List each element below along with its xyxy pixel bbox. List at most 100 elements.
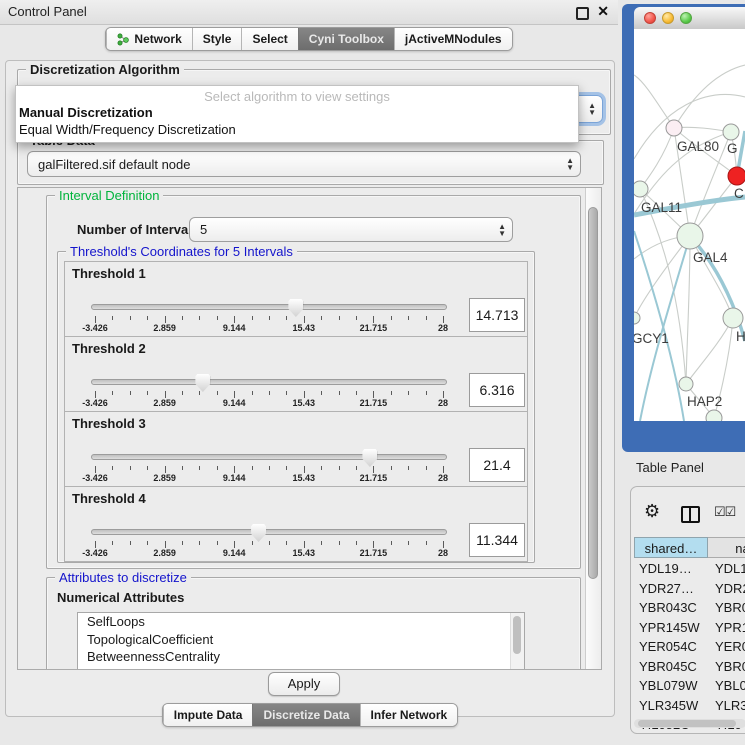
table-row[interactable]: YLR345W YLR3	[634, 696, 745, 716]
cell-name[interactable]: YLR3	[708, 698, 745, 713]
thresholds-group-title: Threshold's Coordinates for 5 Intervals	[66, 244, 297, 259]
zoom-traffic-light[interactable]	[680, 12, 692, 24]
cell-shared-name[interactable]: YBL079W	[634, 678, 708, 693]
scrollbar-thumb[interactable]	[638, 720, 736, 727]
threshold-value-field[interactable]: 6.316	[469, 373, 525, 407]
numerical-attributes-list[interactable]: SelfLoops TopologicalCoefficient Between…	[77, 612, 525, 670]
number-of-intervals-label: Number of Intervals	[77, 222, 199, 237]
table-row[interactable]: YDR27… YDR2	[634, 579, 745, 599]
network-node-label: G	[727, 141, 738, 156]
threshold-value-field[interactable]: 14.713	[469, 298, 525, 332]
gear-icon[interactable]: ⚙	[644, 501, 660, 522]
threshold-slider[interactable]: -3.4262.8599.14415.4321.71528	[91, 371, 449, 409]
table-row[interactable]: YDL19… YDL1	[634, 559, 745, 579]
cell-name[interactable]: YBR0	[708, 600, 745, 615]
network-window-titlebar[interactable]	[634, 7, 745, 30]
combo-spinner-icon[interactable]: ▲▼	[566, 152, 574, 176]
network-node-label: GAL4	[693, 250, 728, 265]
column-header-name[interactable]: na	[708, 537, 745, 558]
network-node[interactable]	[723, 308, 743, 328]
tab-label: Network	[134, 32, 181, 46]
network-node[interactable]	[679, 377, 693, 391]
cell-shared-name[interactable]: YBR043C	[634, 600, 708, 615]
threshold-value-field[interactable]: 21.4	[469, 448, 525, 482]
float-window-icon[interactable]	[576, 7, 589, 20]
minimize-traffic-light[interactable]	[662, 12, 674, 24]
attribute-item[interactable]: BetweennessCentrality	[78, 648, 524, 666]
network-node[interactable]	[677, 223, 703, 249]
network-node[interactable]	[666, 120, 682, 136]
checked-checkbox-icon[interactable]: ☑	[725, 504, 736, 519]
network-node[interactable]	[723, 124, 739, 140]
network-node[interactable]	[728, 167, 745, 185]
threshold-slider[interactable]: -3.4262.8599.14415.4321.71528	[91, 521, 449, 559]
settings-vertical-scrollbar[interactable]	[585, 188, 601, 669]
table-row[interactable]: YBL079W YBL0	[634, 676, 745, 696]
attribute-item[interactable]: TopologicalCoefficient	[78, 631, 524, 649]
table-row[interactable]: YBR043C YBR0	[634, 598, 745, 618]
apply-button[interactable]: Apply	[268, 672, 340, 696]
cyni-toolbox-panel: Discretization Algorithm ▲▼ Select algor…	[5, 60, 615, 717]
slider-thumb[interactable]	[288, 299, 303, 317]
slider-track[interactable]	[91, 304, 447, 310]
number-of-intervals-combobox[interactable]: 5 ▲▼	[189, 217, 513, 242]
bottom-tab[interactable]: Discretize Data	[252, 704, 359, 726]
split-columns-icon[interactable]	[681, 506, 700, 523]
threshold-slider[interactable]: -3.4262.8599.14415.4321.71528	[91, 446, 449, 484]
cell-name[interactable]: YDL1	[708, 561, 745, 576]
slider-thumb[interactable]	[362, 449, 377, 467]
cell-shared-name[interactable]: YER054C	[634, 639, 708, 654]
tab[interactable]: Style	[192, 28, 242, 50]
threshold-value-field[interactable]: 11.344	[469, 523, 525, 557]
network-node[interactable]	[634, 181, 648, 197]
discretization-algorithm-group-title: Discretization Algorithm	[26, 62, 184, 77]
table-data-combobox[interactable]: galFiltered.sif default node ▲▼	[27, 151, 581, 177]
table-row[interactable]: YBR045C YBR0	[634, 657, 745, 677]
checked-checkbox-icon[interactable]: ☑	[714, 504, 725, 519]
slider-thumb[interactable]	[195, 374, 210, 392]
cell-shared-name[interactable]: YLR345W	[634, 698, 708, 713]
close-traffic-light[interactable]	[644, 12, 656, 24]
tab-label: Cyni Toolbox	[309, 32, 384, 46]
cell-shared-name[interactable]: YBR045C	[634, 659, 708, 674]
slider-track[interactable]	[91, 454, 447, 460]
attribute-item[interactable]: SelfLoops	[78, 613, 524, 631]
attributes-group: Attributes to discretize Numerical Attri…	[46, 577, 581, 670]
network-node[interactable]	[706, 410, 722, 421]
cell-shared-name[interactable]: YDL19…	[634, 561, 708, 576]
cell-name[interactable]: YPR1	[708, 620, 745, 635]
table-horizontal-scrollbar[interactable]	[634, 719, 745, 728]
popup-item-equal-width[interactable]: Equal Width/Frequency Discretization	[19, 122, 236, 137]
network-node[interactable]	[634, 312, 640, 324]
table-panel-title: Table Panel	[636, 460, 704, 475]
cell-shared-name[interactable]: YPR145W	[634, 620, 708, 635]
table-row[interactable]: YER054C YER0	[634, 637, 745, 657]
scrollbar-thumb[interactable]	[588, 207, 598, 579]
tab[interactable]: Network	[106, 28, 191, 50]
slider-track[interactable]	[91, 529, 447, 535]
tab[interactable]: Cyni Toolbox	[298, 28, 394, 50]
tab[interactable]: jActiveMNodules	[394, 28, 512, 50]
table-row[interactable]: YPR145W YPR1	[634, 618, 745, 638]
column-header-shared[interactable]: shared…	[634, 537, 708, 558]
combo-spinner-icon[interactable]: ▲▼	[588, 96, 596, 122]
cell-name[interactable]: YBR0	[708, 659, 745, 674]
cell-name[interactable]: YER0	[708, 639, 745, 654]
tab[interactable]: Select	[241, 28, 297, 50]
slider-track[interactable]	[91, 379, 447, 385]
bottom-tab[interactable]: Impute Data	[163, 704, 253, 726]
network-node-label: C	[734, 186, 744, 201]
cell-name[interactable]: YDR2	[708, 581, 745, 596]
combo-spinner-icon[interactable]: ▲▼	[498, 218, 506, 241]
attributes-list-scrollbar[interactable]	[510, 613, 524, 670]
cell-shared-name[interactable]: YDR27…	[634, 581, 708, 596]
bottom-tab[interactable]: Infer Network	[360, 704, 458, 726]
cell-name[interactable]: YBL0	[708, 678, 745, 693]
network-canvas[interactable]: GAL80GCGAL11GAL4GCY1HHAP2	[634, 29, 745, 421]
close-icon[interactable]: ✕	[597, 3, 609, 20]
column-checkboxes[interactable]: ☑☑	[714, 504, 735, 520]
threshold-row: Threshold 4 -3.4262.8599.14415.4321.7152…	[64, 486, 528, 562]
threshold-slider[interactable]: -3.4262.8599.14415.4321.71528	[91, 296, 449, 334]
popup-item-manual-discretization[interactable]: Manual Discretization	[19, 105, 153, 120]
slider-thumb[interactable]	[251, 524, 266, 542]
